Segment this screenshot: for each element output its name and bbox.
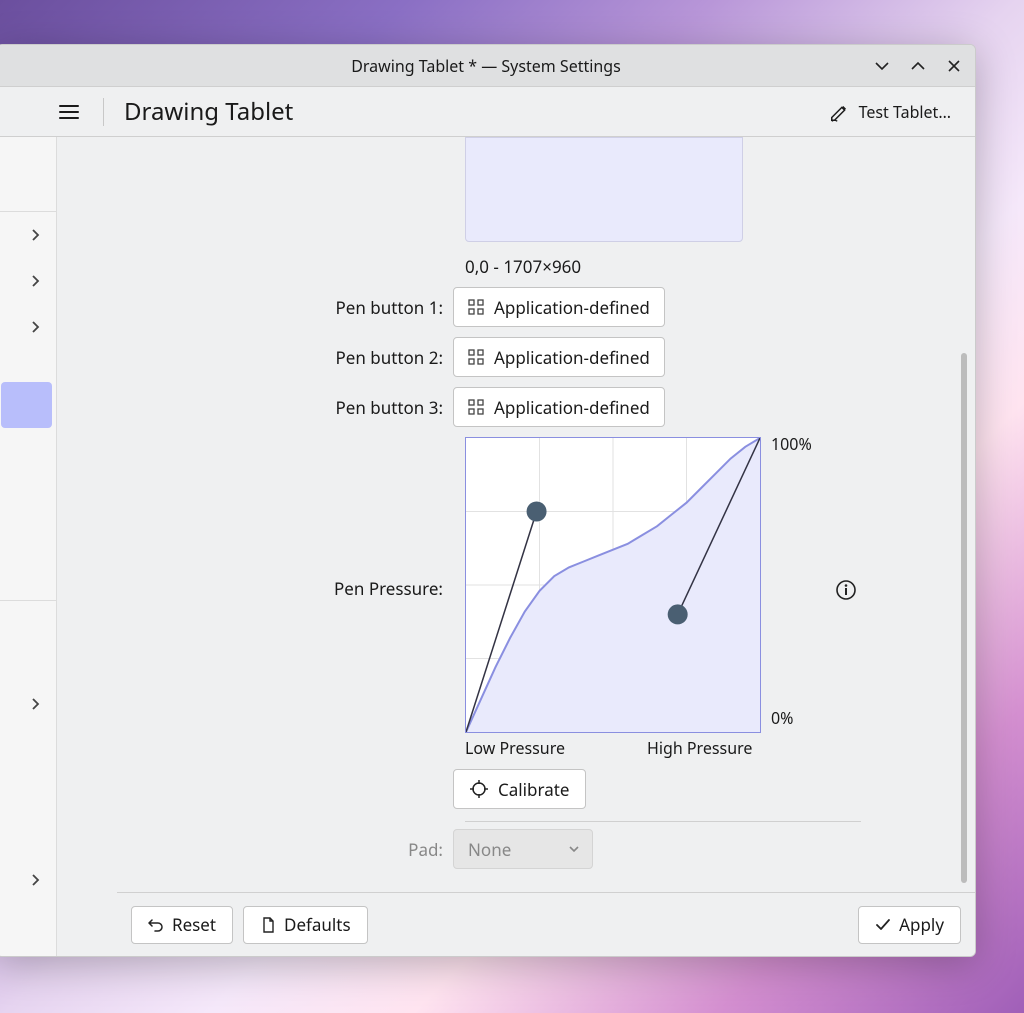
undo-icon [148, 917, 164, 933]
pen-button-3-dropdown[interactable]: Application-defined [453, 387, 665, 427]
main-scrollbar[interactable] [959, 143, 969, 890]
pen-pressure-label: Pen Pressure: [95, 577, 453, 600]
tablet-area-preview[interactable] [465, 137, 743, 242]
pressure-handle-low[interactable] [527, 502, 547, 522]
pen-button-1-label: Pen button 1: [95, 296, 453, 319]
app-grid-icon [468, 299, 484, 315]
chevron-down-icon [568, 843, 580, 855]
test-tablet-button[interactable]: Test Tablet… [823, 97, 957, 127]
sidebar-item-1[interactable] [0, 212, 56, 258]
toolbar: Drawing Tablet Test Tablet… [0, 87, 975, 137]
sidebar-item-4[interactable] [0, 681, 56, 727]
tablet-test-icon [829, 101, 851, 123]
calibrate-button[interactable]: Calibrate [453, 769, 586, 809]
window-title: Drawing Tablet * — System Settings [351, 55, 621, 77]
pen-button-2-label: Pen button 2: [95, 346, 453, 369]
reset-button[interactable]: Reset [131, 906, 233, 944]
pen-button-3-label: Pen button 3: [95, 396, 453, 419]
app-grid-icon [468, 399, 484, 415]
pressure-x-high: High Pressure [647, 737, 752, 759]
pen-button-1-dropdown[interactable]: Application-defined [453, 287, 665, 327]
sidebar-item-3[interactable] [0, 304, 56, 350]
pad-label: Pad: [95, 838, 453, 861]
footer: Reset Defaults Apply [117, 893, 975, 956]
minimize-button[interactable] [871, 55, 893, 77]
maximize-button[interactable] [907, 55, 929, 77]
sidebar-item-5[interactable] [0, 857, 56, 903]
pressure-handle-high[interactable] [668, 604, 688, 624]
info-icon[interactable] [835, 579, 857, 601]
main-panel: 0,0 - 1707×960 Pen button 1: Application… [57, 137, 975, 956]
sidebar [0, 137, 57, 956]
sidebar-item-2[interactable] [0, 258, 56, 304]
pad-dropdown-disabled: None [453, 829, 593, 869]
chevron-right-icon [28, 228, 42, 242]
check-icon [875, 917, 891, 933]
document-reset-icon [260, 917, 276, 933]
chevron-right-icon [28, 873, 42, 887]
settings-window: Drawing Tablet * — System Settings Drawi… [0, 44, 976, 957]
pressure-y-100: 100% [771, 433, 812, 455]
pen-button-2-dropdown[interactable]: Application-defined [453, 337, 665, 377]
chevron-right-icon [28, 320, 42, 334]
crosshair-icon [470, 780, 488, 798]
pressure-y-0: 0% [771, 707, 793, 729]
close-button[interactable] [943, 55, 965, 77]
section-divider [465, 821, 861, 822]
titlebar: Drawing Tablet * — System Settings [0, 45, 975, 87]
toolbar-separator [103, 98, 104, 126]
defaults-button[interactable]: Defaults [243, 906, 368, 944]
page-title: Drawing Tablet [124, 95, 293, 128]
chevron-right-icon [28, 697, 42, 711]
pressure-x-low: Low Pressure [465, 737, 565, 759]
pressure-curve-editor[interactable] [465, 437, 761, 733]
coordinate-readout: 0,0 - 1707×960 [465, 255, 581, 278]
chevron-right-icon [28, 274, 42, 288]
app-grid-icon [468, 349, 484, 365]
hamburger-menu-icon[interactable] [57, 100, 81, 124]
sidebar-item-selected[interactable] [1, 382, 52, 428]
apply-button[interactable]: Apply [858, 906, 961, 944]
